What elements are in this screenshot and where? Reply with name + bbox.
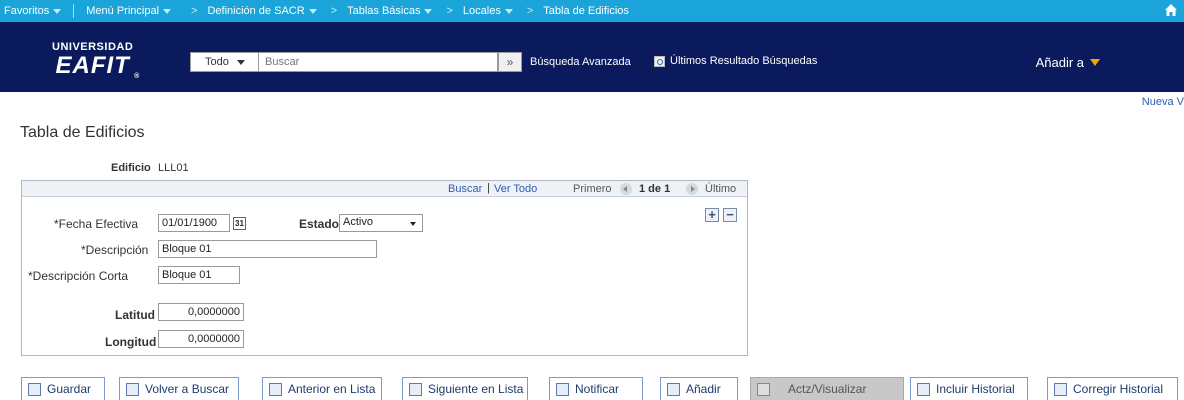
- last-link[interactable]: Último: [705, 183, 736, 195]
- notify-label: Notificar: [575, 382, 620, 396]
- calendar-icon[interactable]: 31: [233, 217, 246, 230]
- chevron-down-icon: [504, 8, 513, 14]
- short-description-label: *Descripción Corta: [28, 269, 129, 283]
- longitude-label: Longitud: [105, 335, 157, 349]
- recent-search-icon: [654, 55, 665, 67]
- breadcrumb-sacr[interactable]: Definición de SACR: [207, 0, 317, 22]
- top-nav-bar: Favoritos Menú Principal > Definición de…: [0, 0, 1184, 22]
- main-menu[interactable]: Menú Principal: [80, 0, 177, 22]
- description-field[interactable]: [158, 240, 377, 258]
- add-label: Añadir: [686, 382, 721, 396]
- previous-list-icon: [269, 382, 282, 396]
- latitude-label: Latitud: [115, 308, 155, 322]
- description-label: *Descripción: [81, 243, 149, 257]
- recent-searches-label: Últimos Resultado Búsquedas: [670, 55, 818, 67]
- include-history-label: Incluir Historial: [936, 382, 1015, 396]
- previous-in-list-label: Anterior en Lista: [288, 382, 376, 396]
- breadcrumb-label: Tablas Básicas: [347, 5, 421, 17]
- chevron-down-icon: [163, 8, 172, 14]
- add-row-button[interactable]: +: [705, 208, 719, 222]
- previous-in-list-button[interactable]: Anterior en Lista: [262, 377, 382, 400]
- longitude-field[interactable]: [158, 330, 244, 348]
- logo-registered: ®: [134, 73, 140, 80]
- breadcrumb-separator-icon: >: [526, 5, 534, 17]
- update-display-label: Actz/Visualizar: [788, 382, 867, 396]
- page-title: Tabla de Edificios: [20, 124, 145, 141]
- effective-date-field[interactable]: [158, 214, 230, 232]
- chevron-down-icon: [1090, 59, 1100, 66]
- main-menu-label: Menú Principal: [86, 5, 160, 17]
- header: UNIVERSIDAD EAFIT ® Todo » Búsqueda Avan…: [0, 22, 1184, 92]
- breadcrumb-current: Tabla de Edificios: [543, 0, 629, 22]
- favorites-menu[interactable]: Favoritos: [0, 0, 67, 22]
- chevron-down-icon: [236, 59, 245, 65]
- notify-button[interactable]: Notificar: [549, 377, 643, 400]
- eafit-logo[interactable]: UNIVERSIDAD EAFIT ®: [52, 42, 139, 81]
- search-scope-value: Todo: [205, 56, 229, 68]
- logo-line2: EAFIT: [55, 52, 130, 79]
- add-icon: [667, 382, 680, 396]
- scroll-search-link[interactable]: Buscar: [448, 183, 482, 195]
- save-icon: [28, 382, 41, 396]
- add-to-menu[interactable]: Añadir a: [1036, 55, 1100, 70]
- effective-date-label: *Fecha Efectiva: [54, 217, 139, 231]
- correct-history-icon: [1054, 382, 1067, 396]
- add-button[interactable]: Añadir: [660, 377, 738, 400]
- search-scope-select[interactable]: Todo: [190, 52, 258, 72]
- breadcrumb-separator-icon: >: [446, 5, 453, 17]
- next-in-list-label: Siguiente en Lista: [428, 382, 524, 396]
- status-value: Activo: [343, 216, 373, 228]
- chevron-down-icon: [308, 8, 317, 14]
- add-to-label: Añadir a: [1035, 55, 1084, 70]
- breadcrumb-label: Tabla de Edificios: [543, 5, 629, 17]
- breadcrumb-label: Definición de SACR: [207, 5, 305, 17]
- breadcrumb-separator-icon: >: [191, 5, 198, 17]
- save-label: Guardar: [47, 382, 92, 396]
- update-display-icon: [757, 382, 770, 396]
- update-display-button[interactable]: Actz/Visualizar: [750, 377, 904, 400]
- search-input[interactable]: [258, 52, 498, 72]
- breadcrumb-basic-tables[interactable]: Tablas Básicas: [347, 0, 433, 22]
- delete-row-button[interactable]: −: [723, 208, 737, 222]
- include-history-button[interactable]: Incluir Historial: [910, 377, 1028, 400]
- chevron-down-icon: [410, 222, 416, 226]
- new-window-link[interactable]: Nueva V: [1142, 96, 1184, 108]
- include-history-icon: [917, 382, 930, 396]
- chevron-down-icon: [53, 8, 62, 14]
- next-in-list-button[interactable]: Siguiente en Lista: [402, 377, 528, 400]
- advanced-search-link[interactable]: Búsqueda Avanzada: [530, 56, 631, 68]
- view-all-link[interactable]: Ver Todo: [494, 183, 537, 195]
- scroll-area-header: Buscar | Ver Todo Primero 1 de 1 Último: [22, 181, 747, 197]
- return-to-search-label: Volver a Buscar: [145, 382, 230, 396]
- effective-date-scroll-area: Buscar | Ver Todo Primero 1 de 1 Último …: [21, 180, 748, 356]
- first-link[interactable]: Primero: [573, 183, 612, 195]
- next-list-icon: [409, 382, 422, 396]
- latitude-field[interactable]: [158, 303, 244, 321]
- home-icon[interactable]: [1164, 3, 1178, 17]
- status-label: Estado: [299, 217, 340, 231]
- next-row-icon[interactable]: [686, 183, 698, 195]
- correct-history-label: Corregir Historial: [1073, 382, 1164, 396]
- breadcrumb-label: Locales: [462, 5, 501, 17]
- short-description-field[interactable]: [158, 266, 240, 284]
- chevron-down-icon: [424, 8, 433, 14]
- return-search-icon: [126, 382, 139, 396]
- favorites-label: Favoritos: [4, 5, 50, 17]
- status-select[interactable]: Activo: [339, 214, 423, 232]
- recent-searches-link[interactable]: Últimos Resultado Búsquedas: [654, 55, 817, 67]
- save-button[interactable]: Guardar: [21, 377, 105, 400]
- previous-row-icon[interactable]: [620, 183, 632, 195]
- breadcrumb-separator-icon: >: [330, 5, 338, 17]
- divider: |: [487, 182, 490, 194]
- row-position: 1 de 1: [639, 183, 671, 195]
- notify-icon: [556, 382, 569, 396]
- correct-history-button[interactable]: Corregir Historial: [1047, 377, 1178, 400]
- building-key-label: Edificio: [111, 162, 151, 174]
- building-key-value: LLL01: [158, 162, 189, 174]
- return-to-search-button[interactable]: Volver a Buscar: [119, 377, 239, 400]
- search-go-button[interactable]: »: [498, 52, 522, 72]
- nav-divider: [73, 4, 75, 18]
- breadcrumb-locations[interactable]: Locales: [463, 0, 513, 22]
